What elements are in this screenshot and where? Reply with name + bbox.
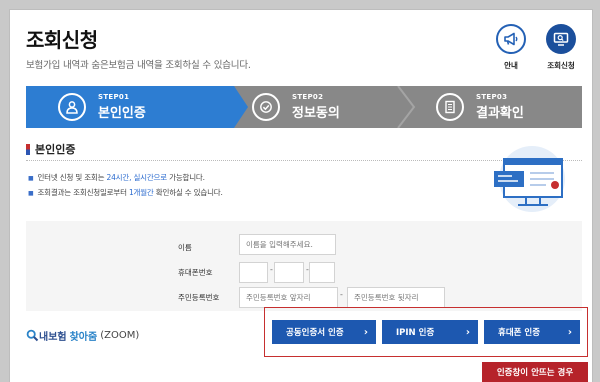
step-3-result-check: STEP03 결과확인 [436,86,524,128]
bullet-icon: ■ [28,175,34,182]
ipin-auth-label: IPIN 인증 [396,328,435,338]
page-subtitle: 보험가입 내역과 숨은보험금 내역을 조회하실 수 있습니다. [26,60,251,71]
info-1-text-end: 가능합니다. [166,173,205,182]
section-title-marker [26,143,30,155]
section-title: 본인인증 [26,141,75,157]
chevron-right-icon: › [363,326,368,338]
check-circle-icon [252,93,280,121]
step-2-info-consent: STEP02 정보동의 [252,86,340,128]
page-title: 조회신청 [26,28,98,52]
certificate-auth-button[interactable]: 공동인증서 인증 › [272,320,376,344]
step-2-name: 정보동의 [292,106,340,121]
phone-input-2[interactable] [274,262,304,283]
bullet-icon: ■ [28,190,34,197]
step-1-identity-verification: STEP01 본인인증 [58,86,146,128]
megaphone-icon [496,24,526,54]
zoom-text-3: (ZOOM) [100,330,140,341]
phone-separator-1: - [270,265,273,274]
rrn-separator: - [340,290,343,299]
section-title-text: 본인인증 [35,143,76,156]
phone-label: 휴대폰번호 [178,268,213,277]
info-2-highlight: 1개월간 [128,188,154,197]
person-icon [58,93,86,121]
phone-auth-button[interactable]: 휴대폰 인증 › [484,320,580,344]
rrn-back-input[interactable]: 주민등록번호 뒷자리 [347,287,445,308]
chevron-right-icon: › [465,326,470,338]
insurance-zoom-logo[interactable]: 내보험 찾아줌 (ZOOM) [26,328,139,343]
step-1-name: 본인인증 [98,106,146,121]
ipin-auth-button[interactable]: IPIN 인증 › [382,320,478,344]
phone-input-1[interactable] [239,262,268,283]
certificate-auth-label: 공동인증서 인증 [286,328,344,338]
guide-label: 안내 [504,61,518,70]
step-2-number: STEP02 [292,93,324,101]
phone-auth-label: 휴대폰 인증 [498,328,541,338]
step-progress-bar: STEP01 본인인증 STEP02 정보동의 STEP03 결과확인 [26,86,582,128]
chevron-right-icon: › [567,326,572,338]
phone-input-3[interactable] [309,262,335,283]
info-line-2: ■ 조회결과는 조회신청일로부터 1개월간 확인하실 수 있습니다. [28,187,223,198]
guide-button[interactable]: 안내 [491,24,531,71]
info-line-1: ■ 인터넷 신청 및 조회는 24시간, 실시간으로 가능합니다. [28,172,205,183]
monitor-icon [546,24,576,54]
inquiry-request-button[interactable]: 조회신청 [541,24,581,71]
rrn-label: 주민등록번호 [178,293,220,302]
step-3-name: 결과확인 [476,106,524,121]
info-2-text-end: 확인하실 수 있습니다. [153,188,223,197]
magnifier-icon [26,329,39,342]
name-input[interactable]: 이름을 입력해주세요. [239,234,336,255]
inquiry-request-label: 조회신청 [547,61,575,70]
name-label: 이름 [178,243,192,252]
main-panel: 조회신청 보험가입 내역과 숨은보험금 내역을 조회하실 수 있습니다. 안내 … [9,9,593,382]
rrn-front-input[interactable]: 주민등록번호 앞자리 [239,287,338,308]
info-1-text: 인터넷 신청 및 조회는 [37,173,107,182]
auth-window-issue-button[interactable]: 인증창이 안뜨는 경우 [482,362,588,382]
zoom-text-2: 찾아줌 [69,332,98,343]
identity-form: 이름 이름을 입력해주세요. 휴대폰번호 - - 주민등록번호 주민등록번호 앞… [26,221,582,311]
info-2-text: 조회결과는 조회신청일로부터 [37,188,129,197]
document-icon [436,93,464,121]
zoom-text-1: 내보험 [39,332,67,343]
step-1-number: STEP01 [98,93,130,101]
step-3-number: STEP03 [476,93,508,101]
info-1-highlight: 24시간, 실시간으로 [106,173,168,182]
computer-illustration-icon [494,146,565,212]
